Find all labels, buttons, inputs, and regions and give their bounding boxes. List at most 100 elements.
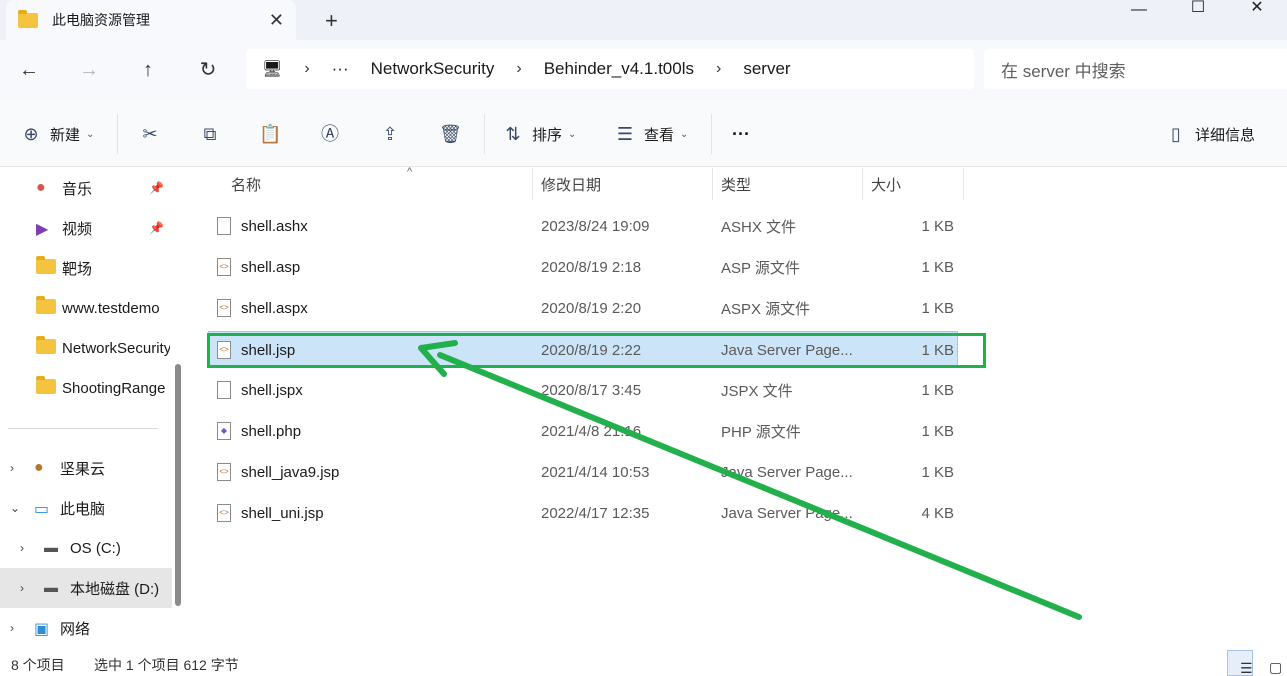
- sort-label: 排序: [532, 126, 563, 144]
- address-bar[interactable]: 🖥 › ··· NetworkSecurity › Behinder_v4.1.…: [246, 49, 974, 89]
- sidebar-item-label: NetworkSecurity: [62, 339, 170, 357]
- file-row[interactable]: shell.ashx 2023/8/24 19:09 ASHX 文件 1 KB: [208, 208, 958, 244]
- refresh-button[interactable]: ↻: [196, 58, 220, 82]
- trash-icon: 🗑: [439, 124, 462, 144]
- sidebar-item-label: OS (C:): [70, 539, 121, 557]
- sidebar-item-shootingrange[interactable]: ShootingRange: [36, 368, 170, 408]
- file-date: 2023/8/24 19:09: [541, 217, 650, 235]
- breadcrumb-networksecurity[interactable]: NetworkSecurity: [371, 59, 495, 79]
- sidebar-item-label: ShootingRange: [62, 379, 166, 397]
- sidebar-item-videos[interactable]: ▶ 视频 📌: [36, 208, 170, 248]
- folder-icon: [18, 9, 38, 28]
- nutstore-icon: ●: [34, 459, 44, 476]
- clipboard-icon: 📋: [259, 124, 282, 144]
- chevron-right-icon[interactable]: ›: [20, 581, 34, 595]
- sidebar-item-drive-c[interactable]: › ▬ OS (C:): [20, 528, 170, 568]
- list-view-icon: ☰: [1240, 660, 1253, 676]
- sidebar-item-this-pc[interactable]: ⌄ ▭ 此电脑: [10, 488, 170, 528]
- sidebar-item-label: 坚果云: [60, 460, 106, 478]
- chevron-right-icon[interactable]: ›: [10, 621, 24, 635]
- new-label: 新建: [50, 126, 81, 144]
- video-icon: ▶: [36, 221, 49, 238]
- sidebar-item-range[interactable]: 靶场: [36, 248, 170, 288]
- code-file-icon: <>: [217, 258, 231, 276]
- this-pc-icon[interactable]: 🖥: [262, 59, 282, 79]
- sidebar-item-network[interactable]: › ▣ 网络: [10, 608, 170, 648]
- file-name: shell_uni.jsp: [241, 504, 324, 522]
- minimize-button[interactable]: —: [1110, 2, 1168, 22]
- chevron-down-icon[interactable]: ⌄: [10, 501, 24, 515]
- file-row[interactable]: <> shell.asp 2020/8/19 2:18 ASP 源文件 1 KB: [208, 249, 958, 285]
- column-header-type[interactable]: 类型: [713, 168, 863, 200]
- file-row[interactable]: ◆ shell.php 2021/4/8 21:16 PHP 源文件 1 KB: [208, 413, 958, 449]
- file-list: 名称 ^ 修改日期 类型 大小 shell.ashx 2023/8/24 19:…: [190, 166, 1287, 650]
- tab-close-button[interactable]: ✕: [269, 10, 284, 31]
- sidebar-item-nutstore[interactable]: › ● 坚果云: [10, 448, 170, 488]
- breadcrumb-separator[interactable]: ›: [716, 60, 721, 78]
- chevron-right-icon[interactable]: ›: [20, 541, 34, 555]
- column-header-size[interactable]: 大小: [863, 168, 964, 200]
- delete-button[interactable]: 🗑: [439, 122, 462, 146]
- file-type: ASHX 文件: [721, 218, 797, 236]
- highlight-box: [207, 333, 986, 368]
- pin-icon: 📌: [149, 221, 164, 235]
- file-name: shell.ashx: [241, 217, 308, 235]
- new-button[interactable]: ⊕ 新建 ⌄: [20, 122, 94, 146]
- sidebar-item-testdemo[interactable]: www.testdemo: [36, 288, 170, 328]
- php-file-icon: ◆: [217, 422, 231, 440]
- file-date: 2021/4/8 21:16: [541, 422, 642, 440]
- folder-icon: [36, 376, 56, 397]
- new-tab-button[interactable]: +: [325, 8, 338, 34]
- file-row[interactable]: <> shell.aspx 2020/8/19 2:20 ASPX 源文件 1 K…: [208, 290, 958, 326]
- sidebar-scrollbar[interactable]: [175, 364, 181, 606]
- up-button[interactable]: ↑: [136, 58, 160, 82]
- sidebar-item-label: 本地磁盘 (D:): [70, 580, 160, 598]
- breadcrumb-more[interactable]: ···: [332, 59, 349, 79]
- file-type: Java Server Page...: [721, 463, 853, 481]
- folder-icon: [36, 336, 56, 357]
- breadcrumb-separator[interactable]: ›: [516, 60, 521, 78]
- breadcrumb-separator[interactable]: ›: [304, 60, 309, 78]
- explorer-tab[interactable]: 此电脑资源管理 ✕: [6, 0, 296, 40]
- file-row[interactable]: shell.jspx 2020/8/17 3:45 JSPX 文件 1 KB: [208, 372, 958, 408]
- file-name: shell.aspx: [241, 299, 308, 317]
- grid-view-icon: ▢: [1269, 659, 1283, 675]
- file-row[interactable]: <> shell_uni.jsp 2022/4/17 12:35 Java Ser…: [208, 495, 958, 531]
- breadcrumb-behinder[interactable]: Behinder_v4.1.t00ls: [544, 59, 694, 79]
- share-button[interactable]: ⇪: [379, 122, 401, 146]
- column-header-name[interactable]: 名称 ^: [223, 166, 533, 200]
- file-row[interactable]: <> shell_java9.jsp 2021/4/14 10:53 Java S…: [208, 454, 958, 490]
- navigation-bar: ← → ↑ ↻ 🖥 › ··· NetworkSecurity › Behind…: [0, 40, 1287, 100]
- folder-icon: [36, 296, 56, 317]
- column-header-modified[interactable]: 修改日期: [533, 168, 713, 200]
- maximize-button[interactable]: ☐: [1169, 0, 1227, 20]
- music-icon: ●: [36, 179, 46, 196]
- breadcrumb-server[interactable]: server: [743, 59, 790, 79]
- details-view-button[interactable]: ☰: [1227, 650, 1253, 676]
- cut-button[interactable]: ✂: [139, 122, 161, 146]
- view-button[interactable]: ☰ 查看 ⌄: [614, 122, 688, 146]
- search-input[interactable]: 在 server 中搜索: [984, 49, 1287, 89]
- sidebar-item-music[interactable]: ● 音乐 📌: [36, 168, 170, 208]
- forward-button[interactable]: →: [77, 58, 101, 82]
- sidebar-item-label: 此电脑: [60, 500, 106, 518]
- sidebar-item-networksecurity[interactable]: NetworkSecurity: [36, 328, 170, 368]
- details-pane-button[interactable]: ▯ 详细信息: [1165, 122, 1255, 146]
- chevron-right-icon[interactable]: ›: [10, 461, 24, 475]
- drive-icon: ▬: [44, 539, 58, 555]
- rename-button[interactable]: Ⓐ: [319, 122, 341, 146]
- sort-button[interactable]: ⇅ 排序 ⌄: [502, 122, 576, 146]
- back-button[interactable]: ←: [17, 58, 41, 82]
- file-name: shell.php: [241, 422, 302, 440]
- close-window-button[interactable]: ✕: [1228, 0, 1286, 20]
- file-size: 4 KB: [921, 504, 954, 522]
- copy-button[interactable]: ⧉: [199, 122, 221, 146]
- more-options-button[interactable]: ···: [732, 122, 750, 146]
- sidebar-item-label: 视频: [62, 220, 93, 238]
- tiles-view-button[interactable]: ▢: [1256, 650, 1282, 676]
- column-header-label: 修改日期: [541, 176, 602, 194]
- status-bar: 8 个项目 选中 1 个项目 612 字节 ☰ ▢: [0, 650, 1287, 676]
- sidebar-item-drive-d[interactable]: › ▬ 本地磁盘 (D:): [0, 568, 172, 608]
- paste-button[interactable]: 📋: [259, 122, 281, 146]
- details-label: 详细信息: [1195, 126, 1256, 144]
